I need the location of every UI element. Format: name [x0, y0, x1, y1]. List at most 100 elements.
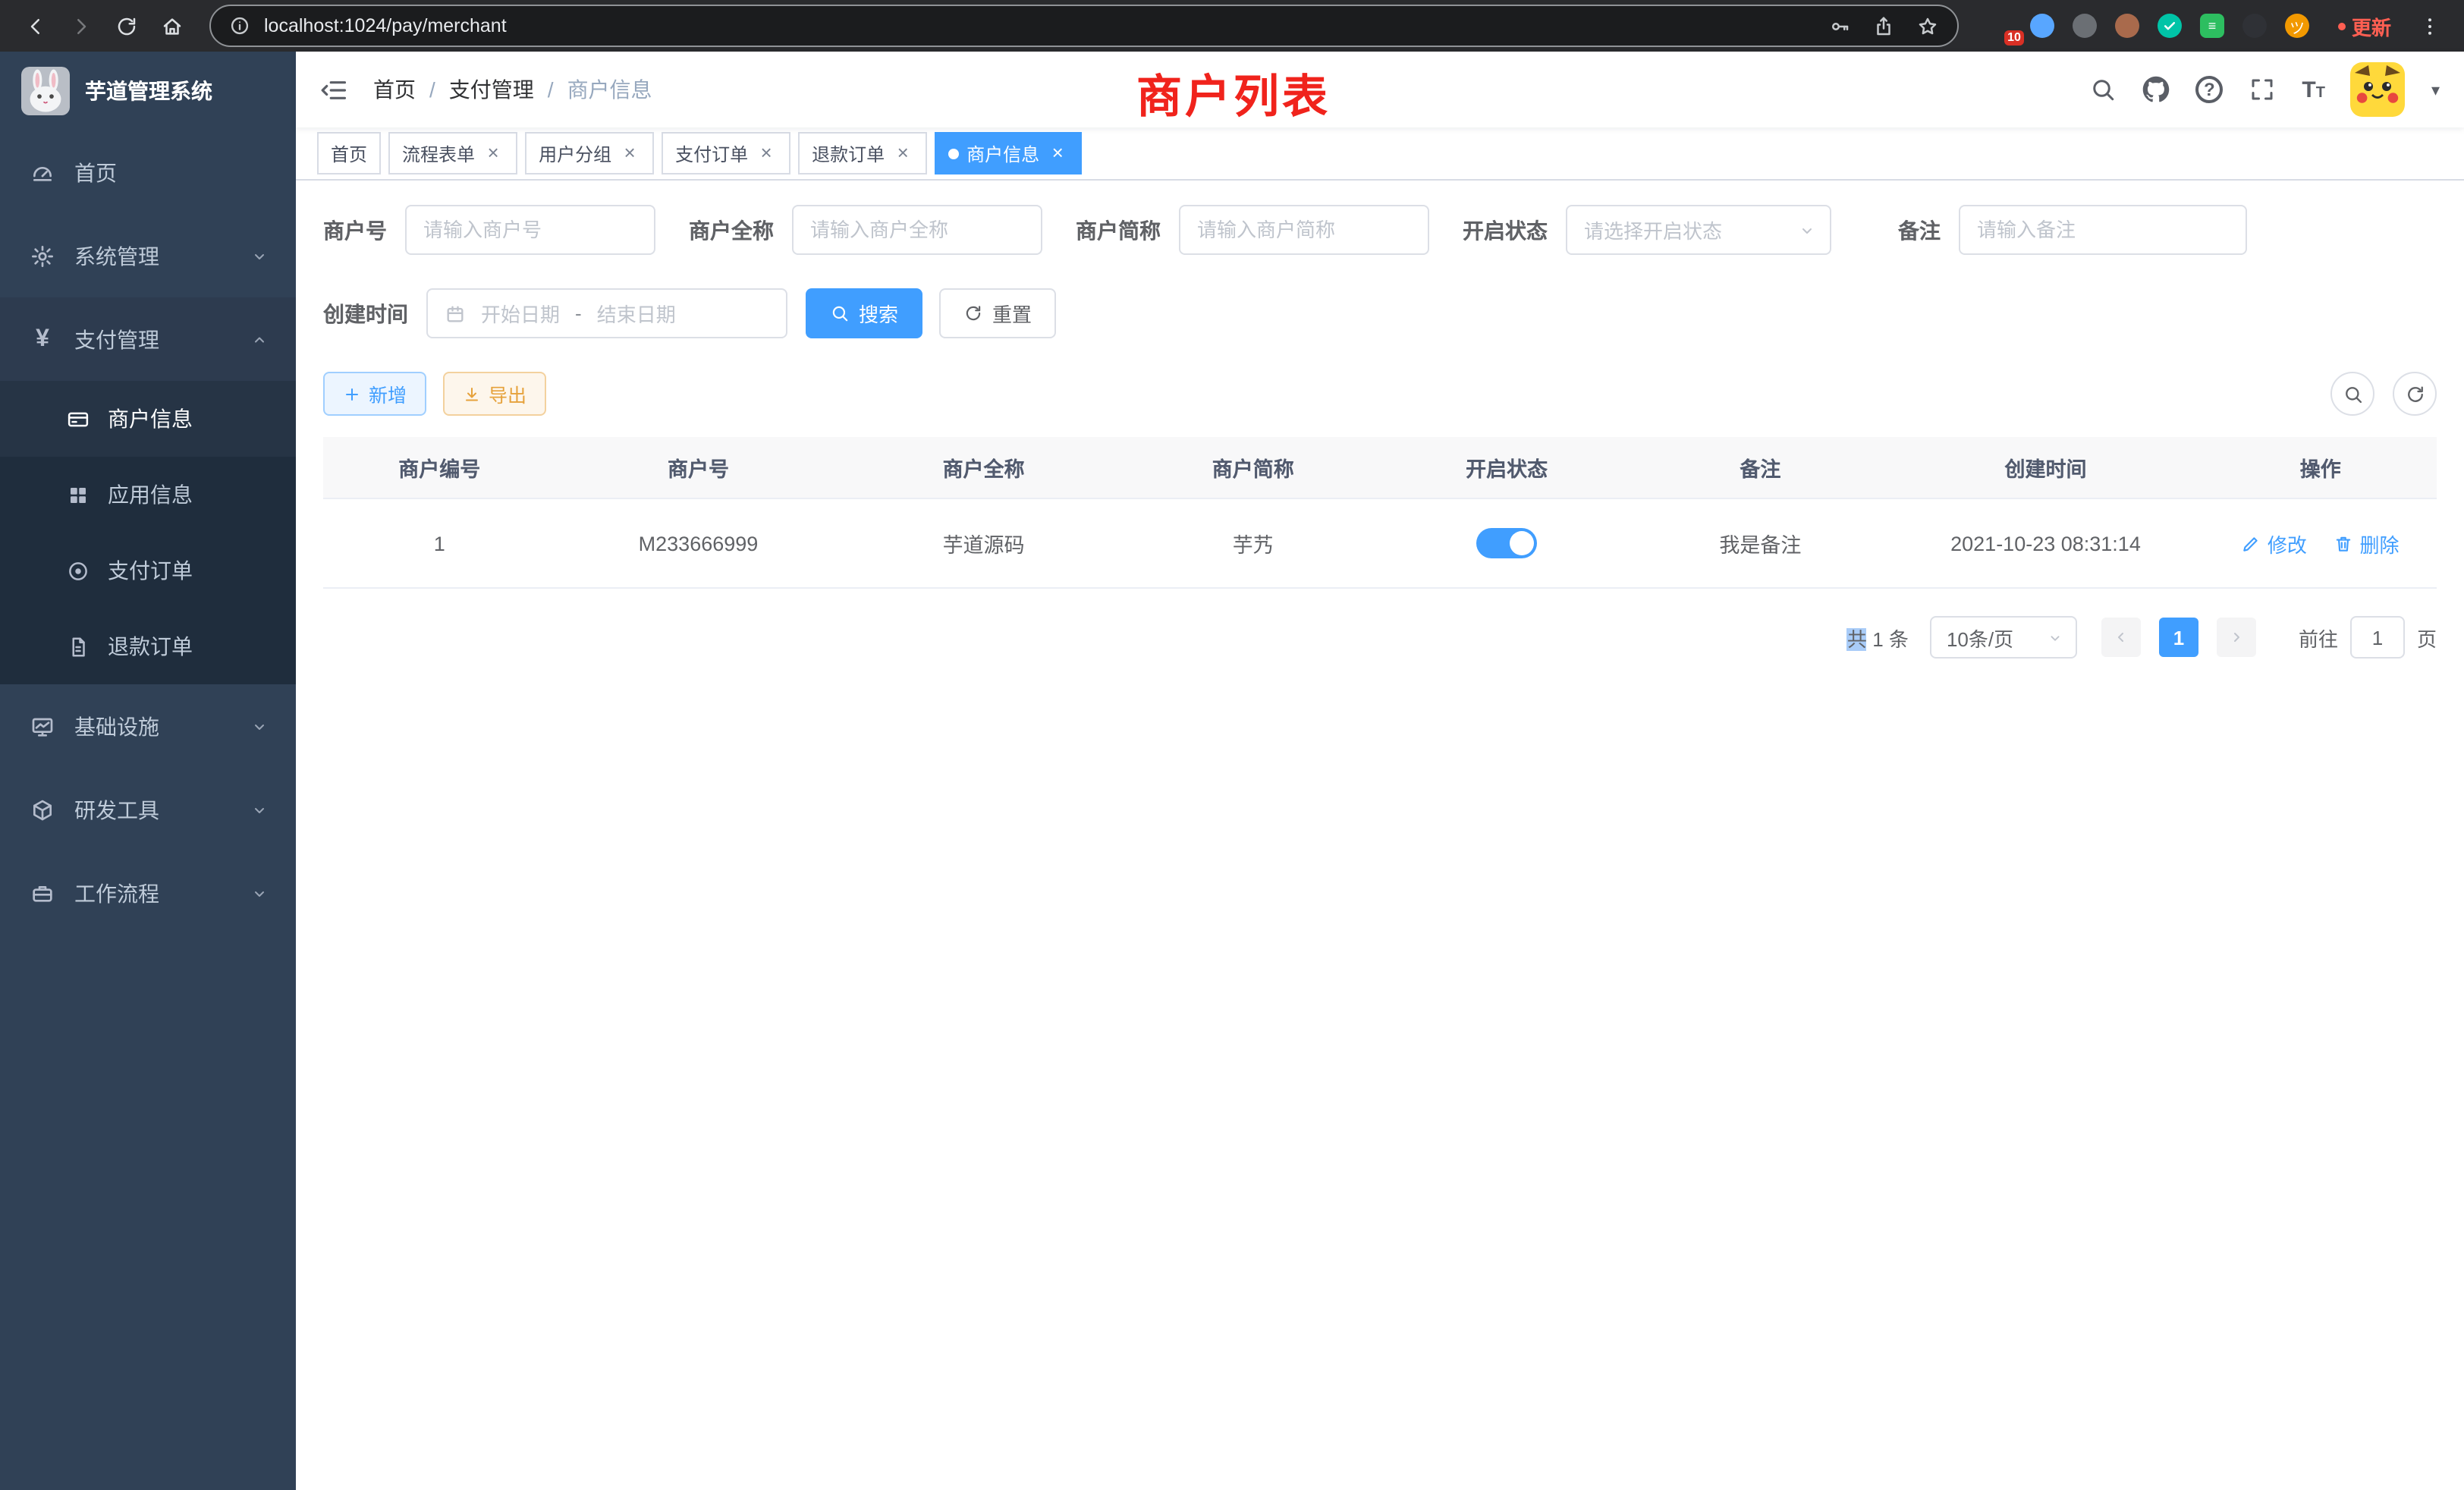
tab-home[interactable]: 首页	[317, 132, 381, 174]
merchant-no-input[interactable]	[405, 205, 655, 255]
help-icon[interactable]: ?	[2195, 76, 2223, 103]
tab-manager-extension-icon[interactable]: 10	[1986, 12, 2013, 39]
extension-icon-green-note[interactable]: ≡	[2198, 12, 2226, 39]
sidebar-collapse-button[interactable]	[320, 75, 349, 104]
extension-icon-brown[interactable]	[2114, 12, 2141, 39]
browser-update-button[interactable]: 更新	[2326, 11, 2403, 40]
next-page-button[interactable]	[2217, 618, 2256, 657]
current-page-button[interactable]: 1	[2159, 618, 2198, 657]
fullscreen-icon[interactable]	[2249, 76, 2276, 103]
download-icon	[463, 385, 481, 403]
remark-input[interactable]	[1959, 205, 2247, 255]
sidebar-item-refund-order[interactable]: 退款订单	[0, 608, 296, 684]
sidebar-item-home[interactable]: 首页	[0, 130, 296, 214]
avatar-dropdown-caret-icon[interactable]: ▾	[2431, 80, 2440, 99]
breadcrumb-home[interactable]: 首页	[373, 74, 416, 105]
refresh-table-button[interactable]	[2393, 372, 2437, 416]
logo-avatar	[21, 67, 70, 115]
add-button[interactable]: 新增	[323, 372, 426, 416]
short-name-input[interactable]	[1179, 205, 1429, 255]
font-size-icon[interactable]: TT	[2302, 78, 2325, 101]
password-key-icon[interactable]	[1828, 14, 1851, 37]
breadcrumb-separator: /	[429, 77, 435, 102]
sidebar-item-merchant-info[interactable]: 商户信息	[0, 381, 296, 457]
extension-icon-dark[interactable]	[2241, 12, 2268, 39]
sidebar-item-system[interactable]: 系统管理	[0, 214, 296, 297]
sidebar-item-infrastructure[interactable]: 基础设施	[0, 684, 296, 768]
refresh-icon	[2404, 383, 2425, 404]
chevron-down-icon	[250, 884, 269, 902]
close-icon[interactable]: ×	[619, 143, 640, 164]
delete-link[interactable]: 删除	[2334, 529, 2399, 558]
page-annotation: 商户列表	[1136, 59, 1331, 126]
main-area: 首页 / 支付管理 / 商户信息 商户列表 ? TT	[296, 52, 2464, 1490]
browser-reload-button[interactable]	[106, 6, 146, 46]
reset-button[interactable]: 重置	[939, 288, 1056, 338]
github-icon[interactable]	[2142, 76, 2170, 103]
goto-page-input[interactable]	[2350, 616, 2405, 659]
search-button[interactable]: 搜索	[806, 288, 922, 338]
browser-home-button[interactable]	[152, 6, 191, 46]
date-start-placeholder: 开始日期	[481, 299, 560, 328]
tab-label: 商户信息	[966, 140, 1039, 166]
browser-menu-button[interactable]	[2409, 6, 2449, 46]
extension-icon-blue[interactable]	[2029, 12, 2056, 39]
cell-create-time: 2021-10-23 08:31:14	[1887, 498, 2205, 588]
remark-label: 备注	[1898, 215, 1941, 245]
user-avatar[interactable]	[2351, 62, 2406, 117]
toggle-search-button[interactable]	[2330, 372, 2374, 416]
search-icon[interactable]	[2089, 76, 2117, 103]
filter-row-1: 商户号 商户全称 商户简称 开启状态 请选择开启状态 备注	[323, 205, 2437, 255]
sidebar-item-dev-tools[interactable]: 研发工具	[0, 768, 296, 851]
close-icon[interactable]: ×	[482, 143, 504, 164]
screen: localhost:1024/pay/merchant 10 ≡ ツ 更新	[0, 0, 2464, 1490]
sidebar-item-workflow[interactable]: 工作流程	[0, 851, 296, 935]
edit-link[interactable]: 修改	[2242, 529, 2307, 558]
export-button[interactable]: 导出	[443, 372, 546, 416]
breadcrumb-payment[interactable]: 支付管理	[449, 74, 534, 105]
share-icon[interactable]	[1872, 14, 1895, 37]
browser-forward-button[interactable]	[61, 6, 100, 46]
bookmark-star-icon[interactable]	[1916, 14, 1939, 37]
extension-icon-orange-avatar[interactable]: ツ	[2283, 12, 2311, 39]
site-info-icon[interactable]	[229, 15, 250, 36]
sidebar-item-pay-order[interactable]: 支付订单	[0, 533, 296, 608]
table-row[interactable]: 1 M233666999 芋道源码 芋艿 我是备注 2021-10-23 08:…	[323, 498, 2437, 588]
create-time-range-picker[interactable]: 开始日期 - 结束日期	[426, 288, 787, 338]
extension-icon-green-check[interactable]	[2156, 12, 2183, 39]
status-select[interactable]: 请选择开启状态	[1566, 205, 1831, 255]
update-dot	[2338, 22, 2346, 30]
status-label: 开启状态	[1463, 215, 1548, 245]
column-header: 创建时间	[1887, 437, 2205, 498]
date-separator: -	[575, 302, 582, 325]
address-bar[interactable]: localhost:1024/pay/merchant	[209, 5, 1959, 47]
tab-pay-order[interactable]: 支付订单 ×	[662, 132, 790, 174]
full-name-input[interactable]	[792, 205, 1042, 255]
tab-merchant-info[interactable]: 商户信息 ×	[935, 132, 1082, 174]
prev-page-button[interactable]	[2101, 618, 2141, 657]
breadcrumb-current: 商户信息	[567, 74, 652, 105]
tab-user-group[interactable]: 用户分组×	[525, 132, 654, 174]
merchant-table: 商户编号 商户号 商户全称 商户简称 开启状态 备注 创建时间 操作 1	[323, 437, 2437, 589]
full-name-label: 商户全称	[689, 215, 774, 245]
cell-merchant-id: 1	[323, 498, 555, 588]
filter-row-2: 创建时间 开始日期 - 结束日期 搜索 重置	[323, 288, 2437, 338]
close-icon[interactable]: ×	[1047, 143, 1068, 164]
page-size-select[interactable]: 10条/页	[1930, 616, 2077, 659]
app-logo-row: 芋道管理系统	[0, 52, 296, 130]
browser-back-button[interactable]	[15, 6, 55, 46]
sidebar-item-app-info[interactable]: 应用信息	[0, 457, 296, 533]
grid-icon	[67, 483, 90, 506]
sidebar-item-payment[interactable]: ¥ 支付管理	[0, 297, 296, 381]
chevron-down-icon	[250, 800, 269, 819]
tab-label: 支付订单	[675, 140, 748, 166]
column-header: 商户简称	[1127, 437, 1380, 498]
refresh-icon	[963, 303, 983, 323]
tab-process-form[interactable]: 流程表单×	[388, 132, 517, 174]
sidebar-item-label: 支付订单	[108, 555, 193, 586]
status-toggle[interactable]	[1476, 528, 1537, 558]
tab-refund-order[interactable]: 退款订单×	[798, 132, 927, 174]
close-icon[interactable]: ×	[892, 143, 913, 164]
extension-icon-gray[interactable]	[2071, 12, 2098, 39]
close-icon[interactable]: ×	[756, 143, 777, 164]
